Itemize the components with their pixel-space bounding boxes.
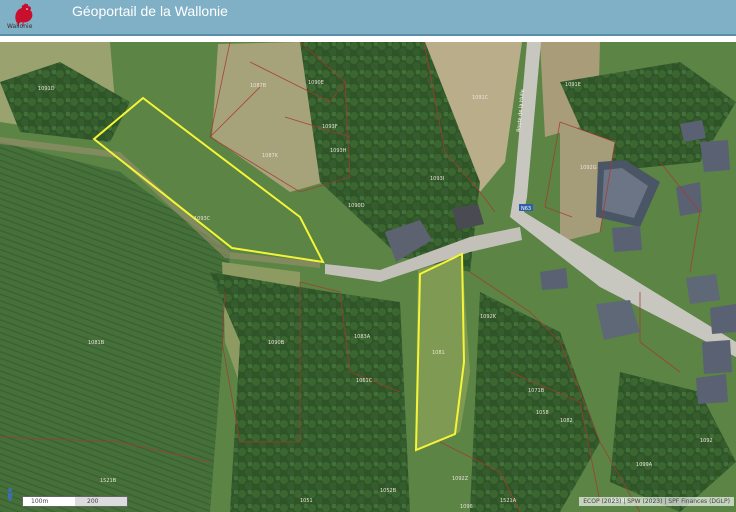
person-icon[interactable]	[6, 487, 14, 501]
parcel-number-label: 1092G	[580, 165, 597, 171]
parcel-number-label: 1051	[300, 498, 313, 504]
parcel-number-label: 1093I	[430, 176, 444, 182]
parcel-number-label: 1081B	[88, 340, 105, 346]
parcel-number-label: 1061C	[356, 378, 373, 384]
scale-label: 100m	[31, 498, 49, 505]
scale-label: 200	[87, 498, 99, 505]
parcel-number-label: 1083A	[354, 334, 371, 340]
scale-bar: 100m 200	[22, 496, 128, 507]
header-bar: Wallonie Géoportail de la Wallonie	[0, 0, 736, 36]
parcel-number-label: 1099A	[636, 462, 653, 468]
woodland-area	[210, 272, 410, 512]
parcel-number-label: 1090E	[308, 80, 324, 86]
parcel-number-label: 1090B	[268, 340, 285, 346]
parcel-number-label: 1093F	[322, 124, 338, 130]
aerial-imagery[interactable]: Route de la Hulle N63 1091D1091C1091E109…	[0, 42, 736, 512]
parcel-number-label: 1081	[432, 350, 445, 356]
map-attribution: ECOP (2023) | SPW (2023) | SPF Finances …	[579, 497, 734, 506]
page-title: Géoportail de la Wallonie	[72, 3, 228, 19]
logo-text: Wallonie	[7, 23, 33, 30]
parcel-number-label: 1092K	[480, 314, 497, 320]
parcel-number-label: 1091E	[565, 82, 581, 88]
parcel-number-label: 1091D	[38, 86, 55, 92]
parcel-number-label: 1092	[700, 438, 713, 444]
parcel-number-label: 1093H	[330, 148, 347, 154]
parcel-number-label: 1071B	[528, 388, 545, 394]
parcel-number-label: 1090D	[348, 203, 365, 209]
parcel-number-label: 1091C	[472, 95, 489, 101]
parcel-number-label: 1521B	[100, 478, 117, 484]
road-number-label: N63	[521, 206, 531, 212]
parcel-number-label: 1052B	[380, 488, 397, 494]
parcel-number-label: 1087B	[250, 83, 267, 89]
parcel-number-label: 1521A	[500, 498, 517, 504]
parcel-number-label: 1082	[560, 418, 573, 424]
parcel-number-label: 1087K	[262, 153, 279, 159]
map-viewport[interactable]: Route de la Hulle N63 1091D 1091C 1091E 109…	[0, 42, 736, 512]
parcel-number-label: 1092Z	[452, 476, 469, 482]
parcel-number-label: 1093C	[194, 216, 211, 222]
parcel-number-label: 1096	[460, 504, 473, 510]
parcel-number-label: 1058	[536, 410, 549, 416]
